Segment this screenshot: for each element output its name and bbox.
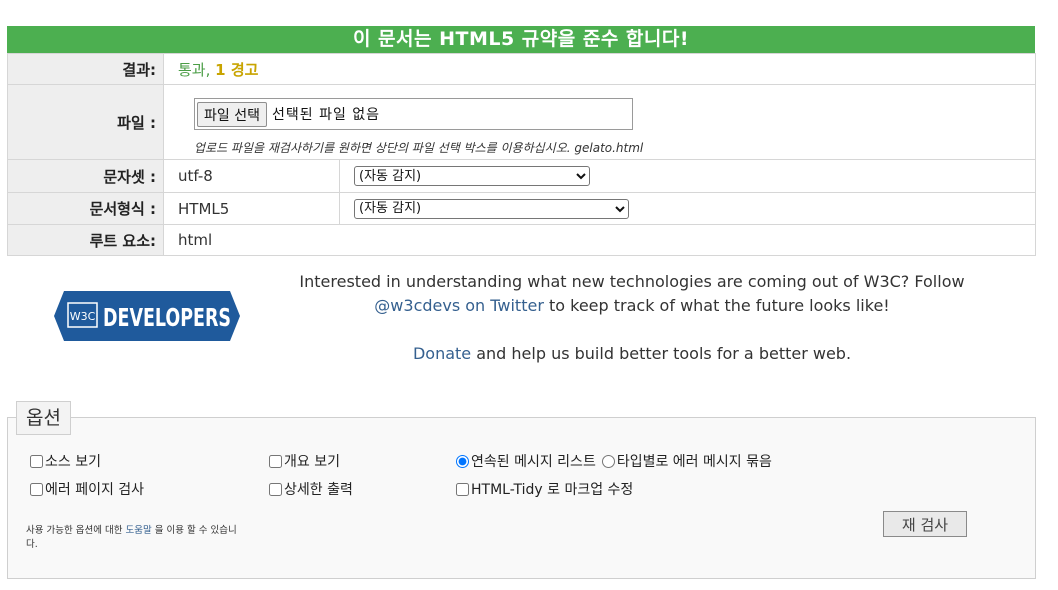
logo-w3c-text: W3C	[70, 310, 96, 323]
group-sequential-radio[interactable]	[456, 454, 469, 468]
file-input[interactable]: 파일 선택 선택된 파일 없음	[194, 98, 633, 130]
error-pages-checkbox[interactable]	[30, 482, 43, 496]
option-verbose[interactable]: 상세한 출력	[269, 479, 353, 499]
file-row: 파일 : 파일 선택 선택된 파일 없음 업로드 파일을 재검사하기를 원하면 …	[7, 84, 1036, 160]
validation-banner: 이 문서는 HTML5 규약을 준수 합니다!	[7, 26, 1035, 53]
help-link[interactable]: 도움말	[125, 525, 151, 536]
w3c-developers-promo: W3C DEVELOPERS Interested in understandi…	[7, 270, 1036, 370]
twitter-link[interactable]: @w3cdevs on Twitter	[374, 296, 544, 315]
options-legend: 옵션	[16, 401, 71, 435]
outline-label[interactable]: 개요 보기	[284, 451, 340, 471]
results-table: 결과: 통과, 1 경고 파일 : 파일 선택 선택된 파일 없음 업로드 파일…	[7, 53, 1036, 256]
root-label: 루트 요소:	[7, 224, 164, 256]
doctype-label: 문서형식 :	[7, 192, 164, 225]
root-row: 루트 요소: html	[7, 224, 1036, 256]
logo-developers-text: DEVELOPERS	[103, 303, 231, 332]
charset-label: 문자셋 :	[7, 159, 164, 193]
tidy-checkbox[interactable]	[456, 482, 469, 496]
file-cell: 파일 선택 선택된 파일 없음 업로드 파일을 재검사하기를 원하면 상단의 파…	[163, 84, 1036, 160]
options-help-text: 사용 가능한 옵션에 대한 도움말 을 이용 할 수 있습니다.	[26, 524, 246, 552]
result-pass: 통과,	[178, 60, 211, 79]
result-value: 통과, 1 경고	[163, 53, 1036, 85]
tidy-label[interactable]: HTML-Tidy 로 마크업 수정	[471, 479, 633, 499]
charset-select[interactable]: (자동 감지)	[354, 166, 590, 187]
promo-line-2: Donate and help us build better tools fo…	[262, 342, 1002, 366]
file-hint: 업로드 파일을 재검사하기를 원하면 상단의 파일 선택 박스를 이용하십시오.…	[194, 141, 644, 155]
error-pages-label[interactable]: 에러 페이지 검사	[45, 479, 144, 499]
promo-text-2: to keep track of what the future looks l…	[543, 296, 890, 315]
group-by-type-label[interactable]: 타입별로 에러 메시지 묶음	[617, 451, 772, 471]
show-source-checkbox[interactable]	[30, 454, 43, 468]
option-error-pages[interactable]: 에러 페이지 검사	[30, 479, 144, 499]
doctype-select-cell: (자동 감지)	[339, 192, 1036, 225]
promo-line-1: Interested in understanding what new tec…	[262, 270, 1002, 318]
option-tidy[interactable]: HTML-Tidy 로 마크업 수정	[456, 479, 633, 499]
option-show-source[interactable]: 소스 보기	[30, 451, 101, 471]
doctype-value: HTML5	[163, 192, 340, 225]
result-warning-count: 1 경고	[215, 60, 259, 79]
result-row: 결과: 통과, 1 경고	[7, 53, 1036, 85]
help-text-1: 사용 가능한 옵션에 대한	[26, 525, 126, 536]
verbose-checkbox[interactable]	[269, 482, 282, 496]
verbose-label[interactable]: 상세한 출력	[284, 479, 353, 499]
file-label: 파일 :	[7, 84, 164, 160]
recheck-button[interactable]: 재 검사	[883, 511, 967, 537]
option-outline[interactable]: 개요 보기	[269, 451, 340, 471]
group-sequential-label[interactable]: 연속된 메시지 리스트	[471, 451, 596, 471]
group-by-type-radio[interactable]	[601, 454, 615, 468]
promo-text-1: Interested in understanding what new tec…	[299, 272, 965, 291]
doctype-select[interactable]: (자동 감지)	[354, 198, 629, 219]
result-label: 결과:	[7, 53, 164, 85]
option-group-messages[interactable]: 연속된 메시지 리스트 타입별로 에러 메시지 묶음	[456, 451, 772, 471]
w3c-developers-logo[interactable]: W3C DEVELOPERS	[54, 291, 240, 341]
outline-checkbox[interactable]	[269, 454, 282, 468]
file-status: 선택된 파일 없음	[271, 107, 381, 123]
charset-row: 문자셋 : utf-8 (자동 감지)	[7, 159, 1036, 193]
charset-value: utf-8	[163, 159, 340, 193]
choose-file-button[interactable]: 파일 선택	[197, 101, 267, 127]
doctype-row: 문서형식 : HTML5 (자동 감지)	[7, 192, 1036, 225]
promo-text-3: and help us build better tools for a bet…	[471, 344, 852, 363]
root-value: html	[163, 224, 1036, 256]
show-source-label[interactable]: 소스 보기	[45, 451, 101, 471]
donate-link[interactable]: Donate	[413, 344, 471, 363]
charset-select-cell: (자동 감지)	[339, 159, 1036, 193]
promo-text: Interested in understanding what new tec…	[262, 270, 1002, 366]
